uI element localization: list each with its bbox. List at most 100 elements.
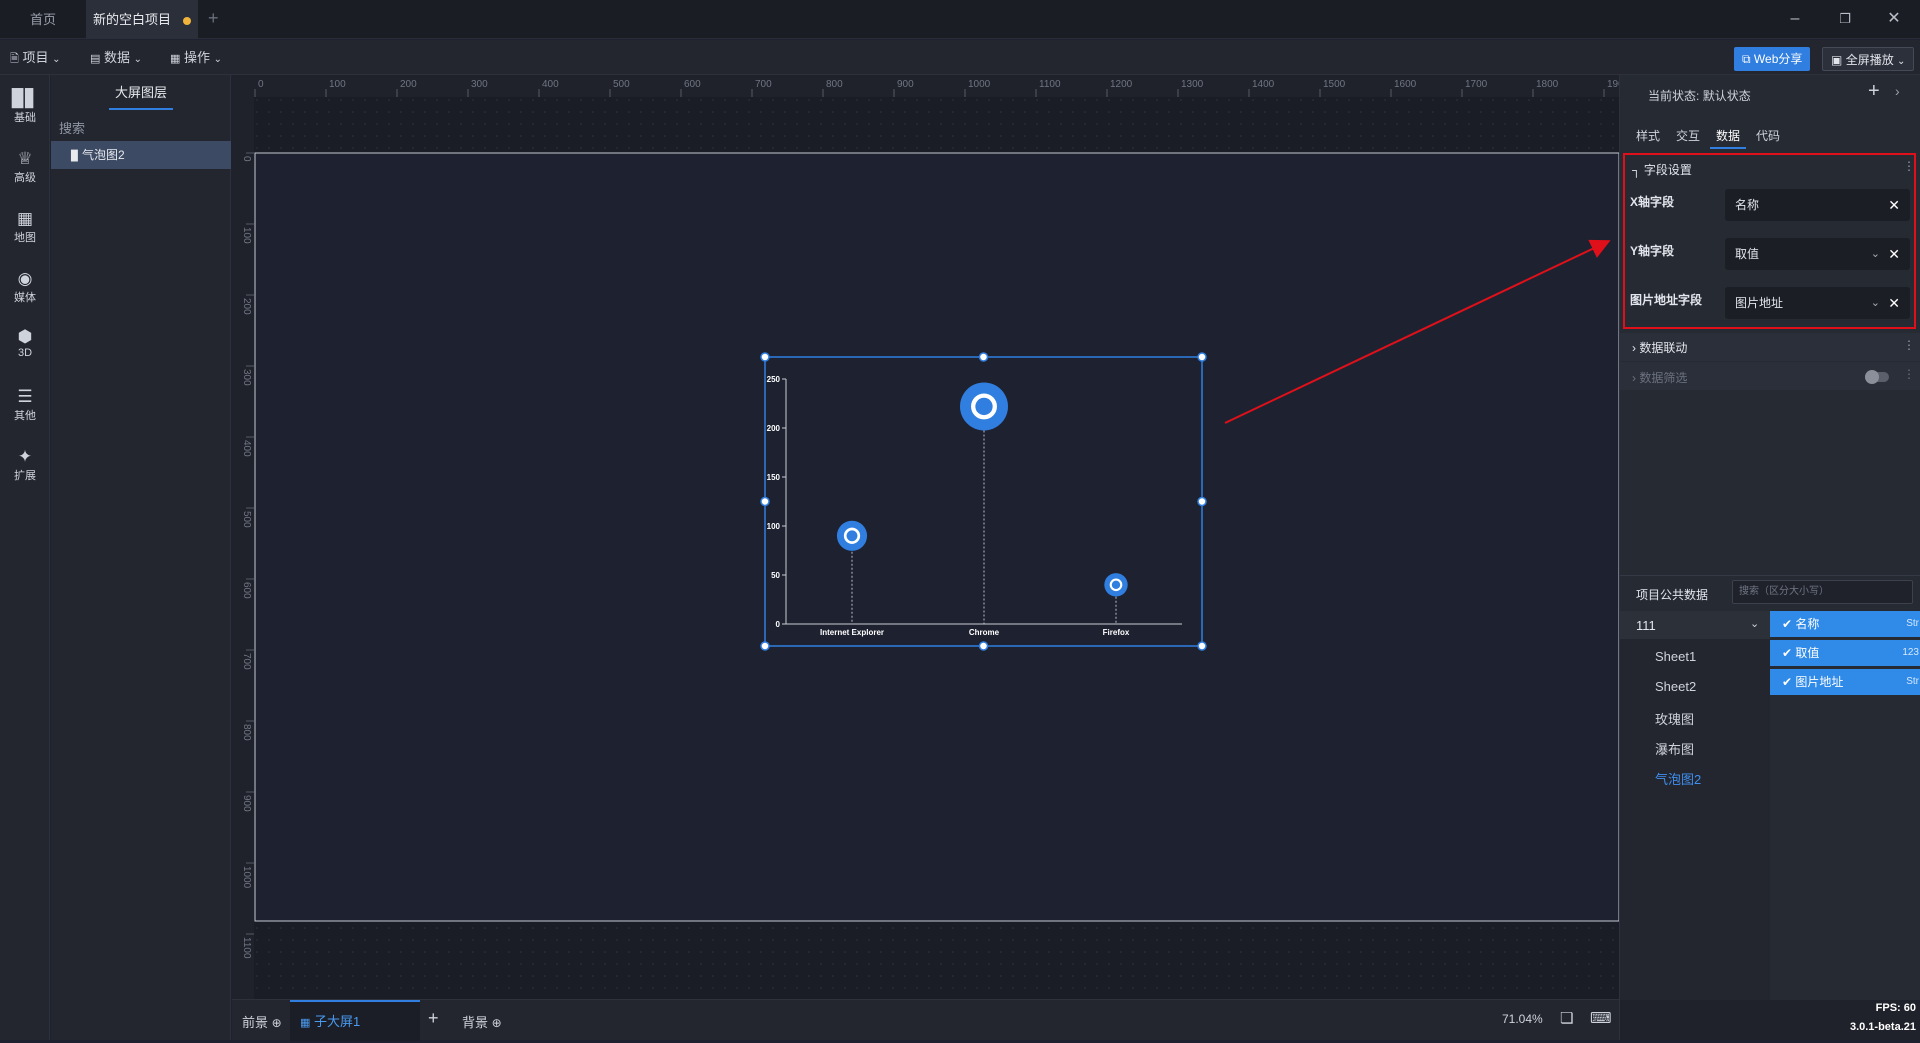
x-tick-label: Firefox	[1103, 628, 1130, 637]
menu-project[interactable]: 🗎 项目 ⌄	[10, 48, 61, 68]
collapse-icon: ┐	[1632, 163, 1641, 177]
chevron-down-icon[interactable]: ⌄	[1871, 238, 1880, 270]
sidebar-item-other[interactable]: ☰ 其他	[0, 377, 50, 433]
clear-icon[interactable]: ✕	[1888, 287, 1900, 319]
tab-home[interactable]: 首页	[0, 0, 86, 39]
data-linkage-title: 数据联动	[1639, 341, 1688, 355]
resize-handle[interactable]	[1197, 641, 1207, 651]
tab-code[interactable]: 代码	[1756, 127, 1780, 144]
web-share-button[interactable]: ⧉ Web分享	[1734, 47, 1811, 71]
data-linkage-header[interactable]: › 数据联动	[1632, 339, 1687, 356]
y-tick-label: 250	[767, 375, 781, 384]
bubble-point[interactable]	[836, 520, 868, 551]
dataset-list	[1620, 611, 1770, 1039]
properties-panel: 当前状态: 默认状态 + › 样式 交互 数据 代码 ┐ 字段设置 ⋮ X轴字段…	[1619, 75, 1920, 1040]
dataset-item[interactable]: Sheet2	[1655, 679, 1696, 694]
sidebar-item-label: 媒体	[14, 292, 36, 304]
clear-icon[interactable]: ✕	[1888, 189, 1900, 221]
crown-icon: ♕	[17, 149, 33, 168]
more-icon[interactable]: ⋮	[1903, 338, 1915, 352]
web-share-label: Web分享	[1753, 52, 1803, 66]
layers-search-input[interactable]: 搜索	[59, 117, 223, 141]
bar-chart-icon: ▉▋	[11, 89, 39, 108]
share-icon: ⧉	[1742, 52, 1751, 66]
resize-handle[interactable]	[760, 352, 770, 362]
layer-item-label: 气泡图2	[82, 148, 125, 162]
sidebar-item-media[interactable]: ◉ 媒体	[0, 259, 50, 315]
ruler-label: 1600	[1394, 79, 1417, 90]
menu-data[interactable]: ▤ 数据 ⌄	[90, 48, 142, 68]
resize-handle[interactable]	[760, 496, 770, 507]
layers-title-underline	[109, 108, 173, 110]
fit-screen-icon[interactable]: ❏	[1560, 1009, 1573, 1027]
canvas-svg: 0 100 200 300 400 500 600 700 800 900 1000 1100 1200…	[232, 75, 1619, 999]
bubble-point[interactable]	[1104, 573, 1128, 597]
close-window-icon[interactable]: ✕	[1874, 8, 1914, 30]
data-field-chip[interactable]: ✔ 图片地址 Str	[1770, 669, 1920, 695]
chevron-down-icon[interactable]: ⌄	[1871, 287, 1880, 319]
y-axis-field-select[interactable]: 取值 ⌄ ✕	[1725, 238, 1910, 270]
sidebar-item-advanced[interactable]: ♕ 高级	[0, 139, 50, 195]
screen-artboard[interactable]	[254, 152, 1619, 922]
tab-interaction[interactable]: 交互	[1676, 127, 1700, 144]
restore-icon[interactable]: ❐	[1825, 8, 1865, 30]
resize-handle[interactable]	[978, 352, 989, 362]
more-icon[interactable]: ⋮	[1903, 159, 1915, 173]
resize-handle[interactable]	[1197, 352, 1207, 362]
canvas-area[interactable]: 0 100 200 300 400 500 600 700 800 900 1000 1100 1200…	[232, 75, 1619, 999]
minimize-icon[interactable]: –	[1775, 8, 1815, 30]
field-settings-header[interactable]: ┐ 字段设置	[1632, 161, 1692, 178]
resize-handle[interactable]	[978, 641, 989, 651]
dataset-item[interactable]: 瀑布图	[1655, 739, 1694, 758]
add-circle-icon[interactable]: ⊕	[492, 1016, 502, 1030]
chevron-down-icon: ⌄	[52, 54, 61, 65]
data-filter-header[interactable]: › 数据筛选	[1632, 369, 1687, 386]
sidebar-item-label: 高级	[14, 172, 36, 184]
ruler-label: 1000	[968, 79, 991, 90]
more-icon[interactable]: ⋮	[1903, 367, 1915, 381]
tab-data[interactable]: 数据	[1716, 127, 1740, 144]
keyboard-icon[interactable]: ⌨	[1590, 1009, 1612, 1027]
public-data-search-input[interactable]: 搜索（区分大小写）	[1732, 580, 1913, 604]
menu-operation[interactable]: ▦ 操作 ⌄	[170, 48, 222, 68]
data-field-chip[interactable]: ✔ 名称 Str	[1770, 611, 1920, 637]
add-tab-button[interactable]: +	[208, 8, 219, 29]
sidebar-item-3d[interactable]: ⬢ 3D	[0, 317, 50, 373]
data-field-chip[interactable]: ✔ 取值 123	[1770, 640, 1920, 666]
data-filter-toggle[interactable]	[1865, 370, 1889, 384]
image-url-field-select[interactable]: 图片地址 ⌄ ✕	[1725, 287, 1910, 319]
chevron-right-icon[interactable]: ›	[1895, 83, 1900, 99]
sidebar-item-extension[interactable]: ✦ 扩展	[0, 437, 50, 493]
tab-new-project[interactable]: 新的空白项目	[86, 0, 198, 39]
chevron-down-icon: ⌄	[1897, 56, 1906, 67]
add-circle-icon[interactable]: ⊕	[272, 1016, 282, 1030]
bubble-point[interactable]	[960, 382, 1008, 431]
sidebar-item-basic[interactable]: ▉▋ 基础	[0, 79, 50, 135]
x-axis-field-select[interactable]: 名称 ✕	[1725, 189, 1910, 221]
dataset-item[interactable]: 玫瑰图	[1655, 709, 1694, 728]
resize-handle[interactable]	[1197, 496, 1207, 507]
sidebar-item-map[interactable]: ▦ 地图	[0, 199, 50, 255]
add-state-button[interactable]: +	[1868, 80, 1880, 103]
status-label: 当前状态:	[1648, 89, 1700, 103]
ruler-label: 900	[241, 795, 252, 812]
layer-item[interactable]: ▉ 气泡图2	[51, 141, 231, 169]
ruler-label: 200	[241, 298, 252, 315]
foreground-tab[interactable]: 前景 ⊕	[242, 1012, 282, 1031]
sub-screen-tab[interactable]: ▦ 子大屏1	[290, 1000, 420, 1041]
add-screen-button[interactable]: +	[428, 1008, 439, 1029]
data-field-label: 取值	[1795, 646, 1820, 660]
resize-handle[interactable]	[760, 641, 770, 651]
y-tick-label: 0	[776, 620, 781, 629]
zoom-level[interactable]: 71.04%	[1502, 1012, 1543, 1026]
ruler-label: 500	[241, 511, 252, 528]
toggle-knob	[1865, 370, 1879, 384]
dataset-item-active[interactable]: 气泡图2	[1655, 769, 1701, 788]
chevron-down-icon: ⌄	[133, 54, 143, 65]
clear-icon[interactable]: ✕	[1888, 238, 1900, 270]
tab-style[interactable]: 样式	[1636, 127, 1660, 144]
chevron-down-icon[interactable]: ⌄	[1750, 617, 1759, 630]
fullscreen-play-button[interactable]: ▣ 全屏播放 ⌄	[1822, 47, 1915, 71]
dataset-item[interactable]: Sheet1	[1655, 649, 1696, 664]
background-tab[interactable]: 背景 ⊕	[462, 1012, 502, 1031]
